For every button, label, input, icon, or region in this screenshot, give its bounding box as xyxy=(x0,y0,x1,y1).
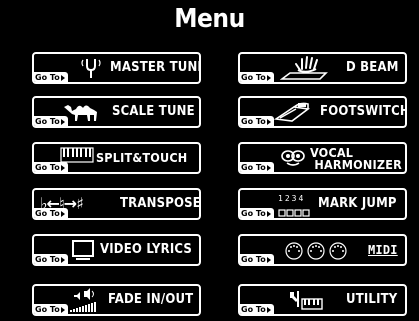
harmonizer-label-line2: HARMONIZER xyxy=(314,157,402,172)
mark-boxes xyxy=(278,209,310,217)
camel-icon xyxy=(64,105,97,121)
goto-badge: Go To xyxy=(34,162,68,172)
d-beam-label: D BEAM xyxy=(346,60,399,75)
tuning-fork-icon xyxy=(81,59,101,78)
goto-badge: Go To xyxy=(240,304,274,314)
keyboard-icon xyxy=(60,147,94,163)
monitor-icon xyxy=(72,240,94,260)
midi-ports-icon xyxy=(285,242,347,260)
master-tune-label: MASTER TUNE xyxy=(110,60,201,75)
footswitch-icon xyxy=(274,102,311,122)
transpose-button[interactable]: ♭←♮→♯ TRANSPOSE Go To xyxy=(32,188,201,220)
fade-in-out-button[interactable]: FADE IN/OUT Go To xyxy=(32,284,201,316)
transpose-label: TRANSPOSE xyxy=(120,196,201,211)
goto-badge: Go To xyxy=(240,116,274,126)
goto-badge: Go To xyxy=(240,254,274,264)
utility-button[interactable]: UTILITY Go To xyxy=(238,284,407,316)
mark-digits: 1234 xyxy=(278,194,306,203)
goto-badge: Go To xyxy=(240,162,274,172)
vocal-harmonizer-label: VOCAL HARMONIZER xyxy=(310,146,402,172)
mark-numbers-icon: 1234 xyxy=(278,194,310,217)
fade-in-out-label: FADE IN/OUT xyxy=(108,292,194,307)
mark-jump-label: MARK JUMP xyxy=(318,196,397,211)
goto-badge: Go To xyxy=(34,116,68,126)
footswitch-label: FOOTSWITCH xyxy=(320,104,407,119)
fade-speaker-icon xyxy=(70,288,96,312)
goto-badge: Go To xyxy=(240,208,274,218)
goto-badge: Go To xyxy=(34,304,68,314)
goto-badge: Go To xyxy=(34,254,68,264)
mark-jump-button[interactable]: 1234 MARK JUMP Go To xyxy=(238,188,407,220)
utility-label: UTILITY xyxy=(346,292,398,307)
video-lyrics-label: VIDEO LYRICS xyxy=(100,242,193,257)
scale-tune-button[interactable]: SCALE TUNE Go To xyxy=(32,96,201,128)
video-lyrics-button[interactable]: VIDEO LYRICS Go To xyxy=(32,234,201,266)
midi-button[interactable]: MIDI Go To xyxy=(238,234,407,266)
vocal-harmonizer-button[interactable]: VOCAL HARMONIZER Go To xyxy=(238,142,407,174)
master-tune-button[interactable]: MASTER TUNE Go To xyxy=(32,52,201,84)
goto-badge: Go To xyxy=(34,72,68,82)
midi-label: MIDI xyxy=(368,243,398,257)
goto-badge: Go To xyxy=(34,208,68,218)
scale-tune-label: SCALE TUNE xyxy=(112,104,195,119)
utility-tools-icon xyxy=(290,291,323,310)
page-title: Menu xyxy=(174,4,245,34)
hand-beam-icon xyxy=(280,56,328,80)
split-touch-button[interactable]: SPLIT&TOUCH Go To xyxy=(32,142,201,174)
goto-badge: Go To xyxy=(240,72,274,82)
mask-icon xyxy=(281,150,305,166)
footswitch-button[interactable]: FOOTSWITCH Go To xyxy=(238,96,407,128)
d-beam-button[interactable]: D BEAM Go To xyxy=(238,52,407,84)
split-touch-label: SPLIT&TOUCH xyxy=(96,150,188,165)
